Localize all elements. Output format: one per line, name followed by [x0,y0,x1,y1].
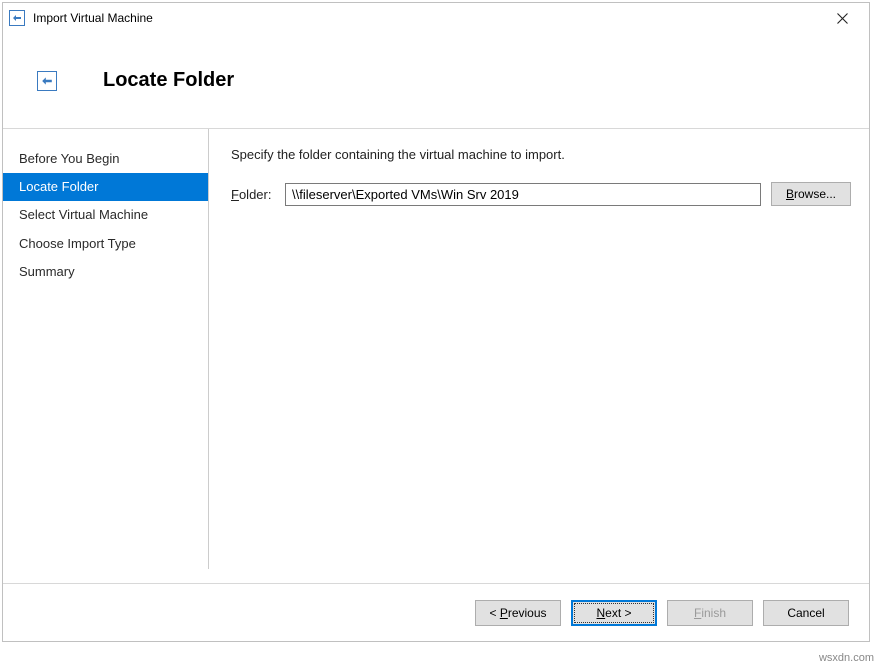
app-icon [9,10,25,26]
wizard-header-icon [37,71,57,91]
watermark: wsxdn.com [819,652,874,664]
wizard-content: Specify the folder containing the virtua… [209,129,869,583]
window-title: Import Virtual Machine [33,11,821,25]
wizard-footer: < Previous Next > Finish Cancel [3,583,869,641]
folder-label: Folder: [231,187,275,202]
step-summary[interactable]: Summary [3,258,208,286]
previous-button[interactable]: < Previous [475,600,561,626]
wizard-body: Before You Begin Locate Folder Select Vi… [3,129,869,583]
finish-button: Finish [667,600,753,626]
step-select-virtual-machine[interactable]: Select Virtual Machine [3,201,208,229]
titlebar: Import Virtual Machine [3,3,869,33]
browse-button[interactable]: Browse... [771,182,851,206]
page-title: Locate Folder [103,69,234,92]
close-button[interactable] [821,4,863,32]
wizard-header: Locate Folder [3,33,869,129]
step-before-you-begin[interactable]: Before You Begin [3,145,208,173]
folder-input[interactable] [285,183,761,206]
next-button[interactable]: Next > [571,600,657,626]
step-choose-import-type[interactable]: Choose Import Type [3,230,208,258]
wizard-window: Import Virtual Machine Locate Folder Bef… [2,2,870,642]
folder-row: Folder: Browse... [231,182,851,206]
instruction-text: Specify the folder containing the virtua… [231,147,851,162]
cancel-button[interactable]: Cancel [763,600,849,626]
step-locate-folder[interactable]: Locate Folder [3,173,208,201]
wizard-steps-sidebar: Before You Begin Locate Folder Select Vi… [3,129,209,569]
